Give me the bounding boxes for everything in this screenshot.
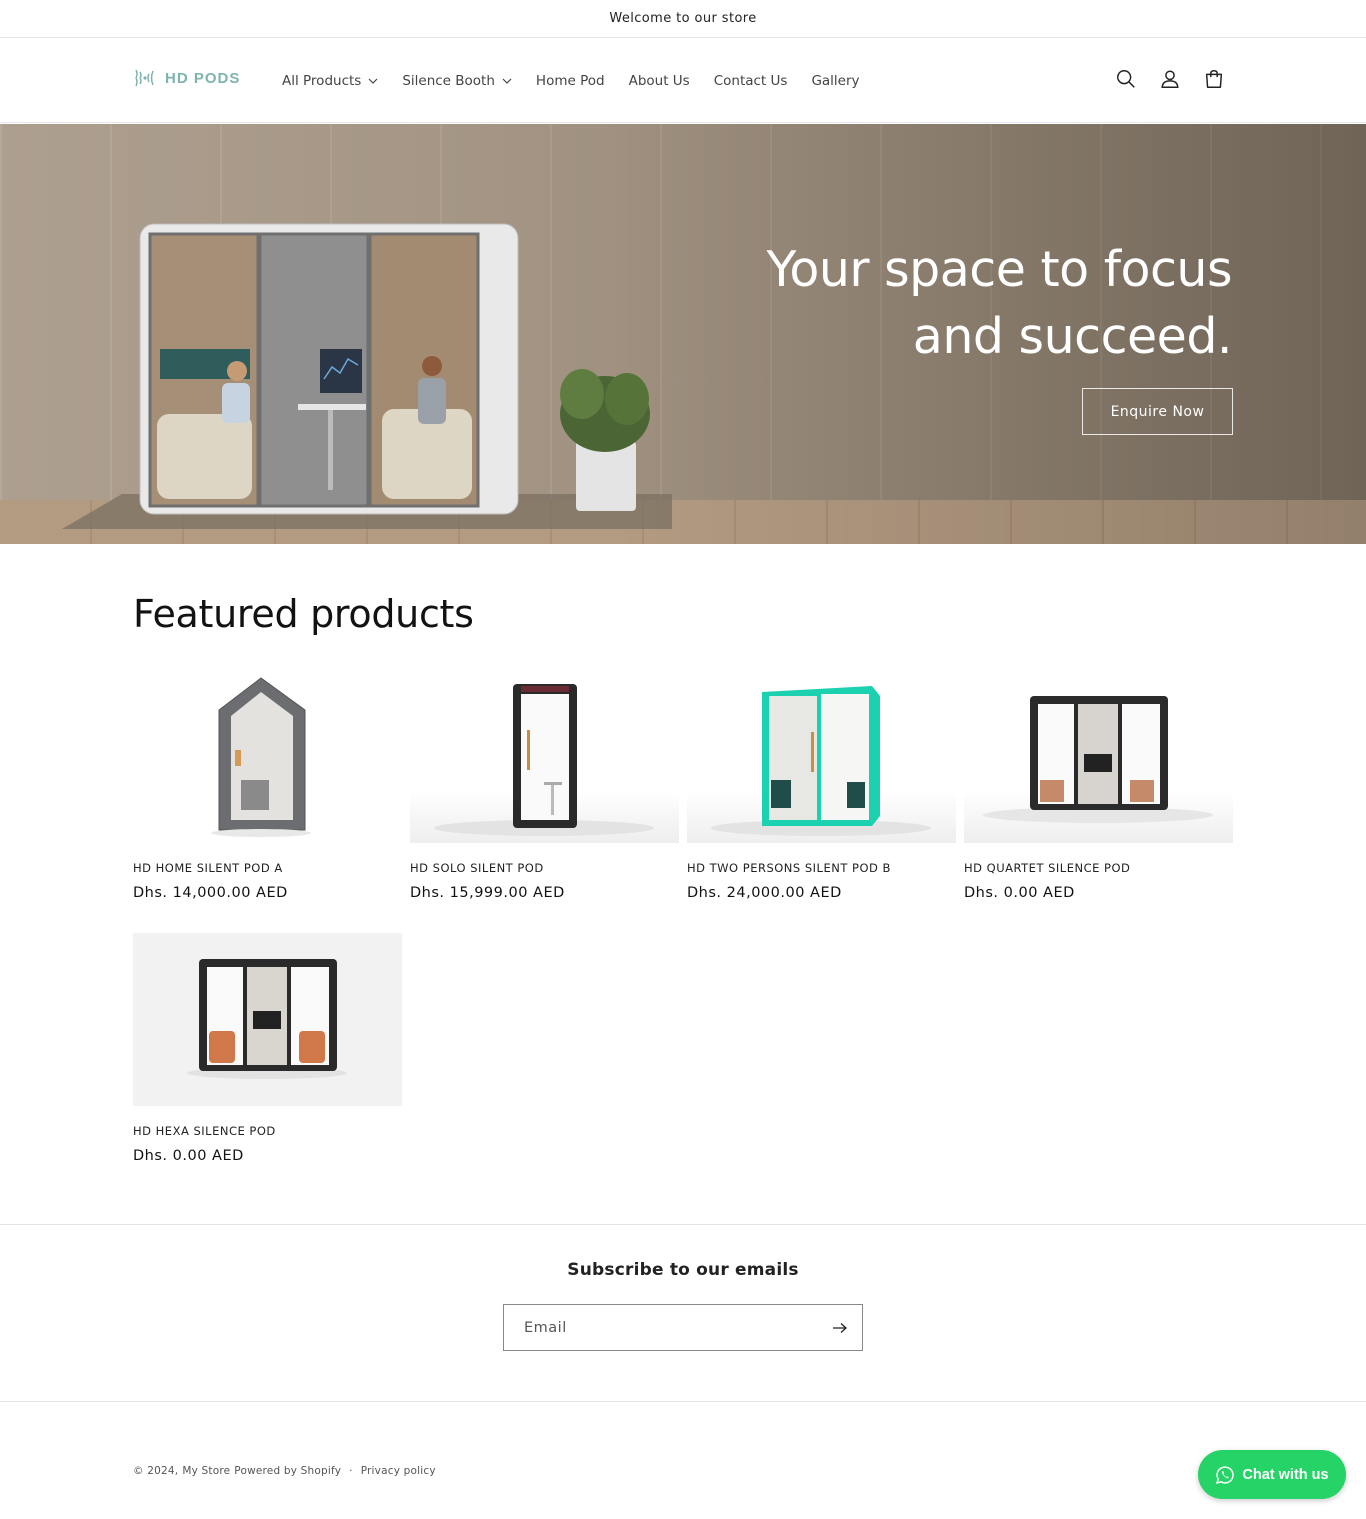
chevron-down-icon [368,78,378,84]
product-name: HD HEXA SILENCE POD [133,1124,276,1138]
privacy-policy-link[interactable]: Privacy policy [361,1465,436,1477]
featured-products-heading: Featured products [133,592,474,636]
product-card[interactable]: HD HOME SILENT POD A Dhs. 14,000.00 AED [133,670,402,901]
search-button[interactable] [1114,67,1138,91]
email-input[interactable] [504,1305,818,1350]
hero-pod-image [62,223,672,529]
chat-with-us-button[interactable]: Chat with us [1198,1450,1346,1499]
product-price: Dhs. 24,000.00 AED [687,885,842,901]
nav-item-label: Home Pod [535,72,605,89]
nav-item-gallery[interactable]: Gallery [811,73,859,89]
nav-item-label: All Products [282,72,362,89]
product-price: Dhs. 0.00 AED [133,1148,244,1164]
product-price: Dhs. 15,999.00 AED [410,885,565,901]
nav-item-label: Contact Us [713,72,788,89]
enquire-now-button[interactable]: Enquire Now [1082,388,1233,435]
nav-item-contact-us[interactable]: Contact Us [714,73,788,89]
brand-name: HD PODS [165,69,241,87]
site-header: HD PODS All Products Silence Booth Home … [0,38,1366,123]
nav-item-home-pod[interactable]: Home Pod [536,73,605,89]
product-name: HD TWO PERSONS SILENT POD B [687,861,891,875]
product-image [133,670,402,843]
header-actions [1114,67,1226,91]
announcement-bar: Welcome to our store [0,0,1366,38]
nav-item-label: About Us [628,72,690,89]
product-card[interactable]: HD SOLO SILENT POD Dhs. 15,999.00 AED [410,670,679,901]
account-button[interactable] [1158,67,1182,91]
nav-item-silence-booth[interactable]: Silence Booth [402,73,512,89]
hero-title: Your space to focus and succeed. [766,241,1232,365]
account-icon [1161,70,1179,88]
cart-button[interactable] [1202,67,1226,91]
product-name: HD QUARTET SILENCE POD [964,861,1131,875]
nav-item-all-products[interactable]: All Products [282,73,378,89]
cart-icon [1205,70,1223,88]
product-card[interactable]: HD QUARTET SILENCE POD Dhs. 0.00 AED [964,670,1233,901]
nav-item-label: Silence Booth [402,72,495,89]
arrow-right-icon [833,1322,847,1333]
store-link[interactable]: My Store [182,1465,230,1477]
product-name: HD HOME SILENT POD A [133,861,283,875]
copyright-text: © 2024, [133,1465,179,1477]
footer-copyright: © 2024, My Store Powered by Shopify · Pr… [133,1465,436,1477]
brand-logo[interactable]: HD PODS [133,66,240,90]
section-divider [0,1401,1366,1402]
chat-label: Chat with us [1242,1466,1329,1483]
powered-by-link[interactable]: Powered by Shopify [234,1465,341,1477]
subscribe-heading: Subscribe to our emails [567,1260,799,1280]
footer-separator: · [349,1465,353,1477]
product-image [964,670,1233,843]
product-card[interactable]: HD TWO PERSONS SILENT POD B Dhs. 24,000.… [687,670,956,901]
section-divider [0,1224,1366,1225]
search-icon [1117,70,1135,88]
product-price: Dhs. 14,000.00 AED [133,885,288,901]
product-card[interactable]: HD HEXA SILENCE POD Dhs. 0.00 AED [133,933,402,1164]
email-signup-form [503,1304,863,1351]
hero-banner: Your space to focus and succeed. Enquire… [0,124,1366,544]
product-image [133,933,402,1106]
email-submit-button[interactable] [818,1305,862,1350]
product-image [687,670,956,843]
whatsapp-icon [1216,1465,1235,1484]
announcement-text: Welcome to our store [609,11,757,26]
nav-item-label: Gallery [811,72,860,89]
nav-item-about-us[interactable]: About Us [629,73,690,89]
sound-wave-icon [135,69,154,87]
main-nav: All Products Silence Booth Home Pod Abou… [282,38,860,123]
product-price: Dhs. 0.00 AED [964,885,1075,901]
chevron-down-icon [502,78,512,84]
product-name: HD SOLO SILENT POD [410,861,544,875]
product-image [410,670,679,843]
